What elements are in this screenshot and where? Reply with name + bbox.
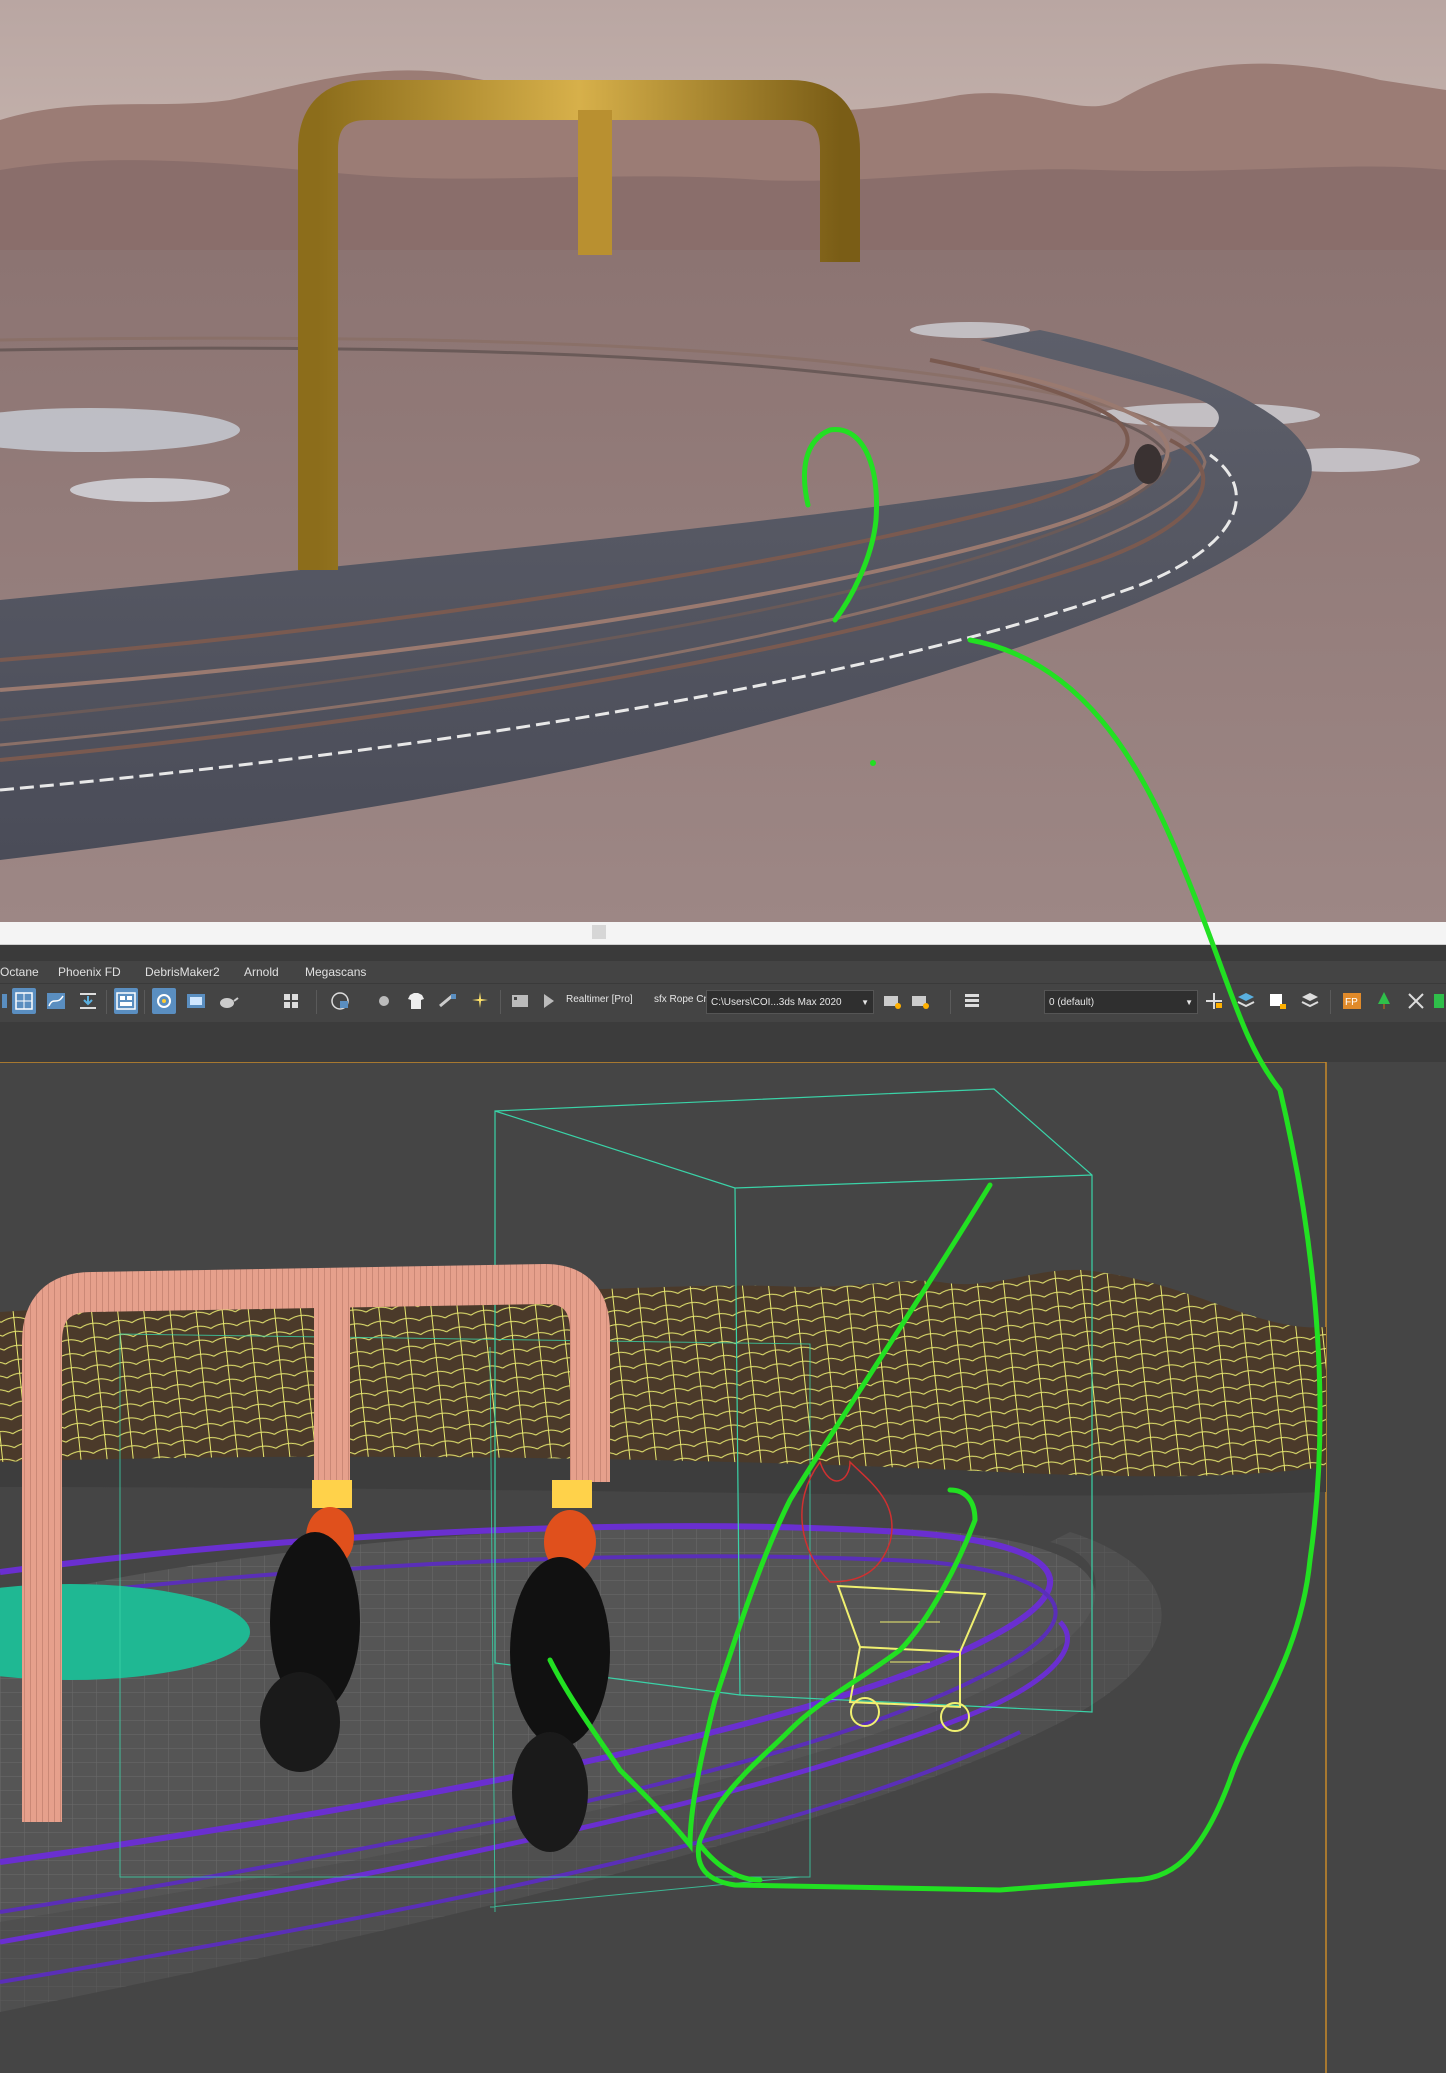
- toolbar-separator: [316, 990, 317, 1014]
- viewport-header-strip: [0, 1022, 1446, 1062]
- globe-icon[interactable]: [328, 988, 352, 1014]
- tree-icon[interactable]: [1372, 988, 1396, 1014]
- toolbar-separator: [950, 990, 951, 1014]
- layer-dropdown-value: 0 (default): [1049, 997, 1095, 1008]
- layer-dropdown[interactable]: 0 (default) ▼: [1044, 990, 1198, 1014]
- svg-text:FP: FP: [1345, 997, 1358, 1008]
- project-path-value: C:\Users\COI...3ds Max 2020: [711, 997, 842, 1008]
- menu-octane[interactable]: Octane: [0, 965, 39, 979]
- play-icon[interactable]: [536, 988, 560, 1014]
- select-layer-icon[interactable]: [1266, 988, 1290, 1014]
- layer-stack-icon[interactable]: [1298, 988, 1322, 1014]
- render-preview: [0, 0, 1446, 922]
- render-teapot-icon[interactable]: [216, 988, 240, 1014]
- fp-icon[interactable]: FP: [1340, 988, 1364, 1014]
- toolbar-separator: [144, 990, 145, 1014]
- ball-object: [1134, 444, 1162, 484]
- layout-grid-icon[interactable]: [12, 988, 36, 1014]
- menu-phoenix-fd[interactable]: Phoenix FD: [58, 965, 121, 979]
- realtimer-label[interactable]: Realtimer [Pro]: [566, 994, 633, 1005]
- folder-icon[interactable]: [908, 988, 932, 1014]
- shirt-icon[interactable]: [404, 988, 428, 1014]
- divider-grip[interactable]: [592, 925, 606, 939]
- project-path-dropdown[interactable]: C:\Users\COI...3ds Max 2020 ▼: [706, 990, 874, 1014]
- viewport-scene: [0, 1062, 1446, 2073]
- toolbar-overflow-icon[interactable]: [1432, 988, 1446, 1014]
- sphere-icon[interactable]: [372, 988, 396, 1014]
- chevron-down-icon: ▼: [861, 998, 869, 1007]
- render-scene: [0, 0, 1446, 922]
- menu-megascans[interactable]: Megascans: [305, 965, 366, 979]
- tool-icon[interactable]: [436, 988, 460, 1014]
- toolbar-separator: [500, 990, 501, 1014]
- rope-creator-label[interactable]: sfx Rope Cr: [654, 994, 707, 1005]
- puddle: [70, 478, 230, 502]
- toolbar-separator: [1330, 990, 1331, 1014]
- main-toolbar: Realtimer [Pro] sfx Rope Cr C:\Users\COI…: [0, 983, 1446, 1023]
- chevron-down-icon: ▼: [1185, 998, 1193, 1007]
- grid-icon[interactable]: [280, 988, 304, 1014]
- curve-editor-icon[interactable]: [44, 988, 68, 1014]
- scissors-icon[interactable]: [1404, 988, 1428, 1014]
- set-project-icon[interactable]: [880, 988, 904, 1014]
- menu-debrismaker2[interactable]: DebrisMaker2: [145, 965, 220, 979]
- layer-stack-icon[interactable]: [1234, 988, 1258, 1014]
- menu-bar: Octane Phoenix FD DebrisMaker2 Arnold Me…: [0, 961, 1446, 983]
- render-frame-icon[interactable]: [184, 988, 208, 1014]
- render-setup-icon[interactable]: [152, 988, 176, 1014]
- perspective-viewport[interactable]: [0, 1062, 1446, 2073]
- layer-manager-icon[interactable]: [960, 988, 984, 1014]
- menu-arnold[interactable]: Arnold: [244, 965, 279, 979]
- material-editor-icon[interactable]: [114, 988, 138, 1014]
- sparkle-icon[interactable]: [468, 988, 492, 1014]
- toolbar-separator: [106, 990, 107, 1014]
- viewport-divider[interactable]: [0, 922, 1446, 945]
- film-icon[interactable]: [508, 988, 532, 1014]
- schematic-view-icon[interactable]: [76, 988, 100, 1014]
- add-to-layer-icon[interactable]: [1202, 988, 1226, 1014]
